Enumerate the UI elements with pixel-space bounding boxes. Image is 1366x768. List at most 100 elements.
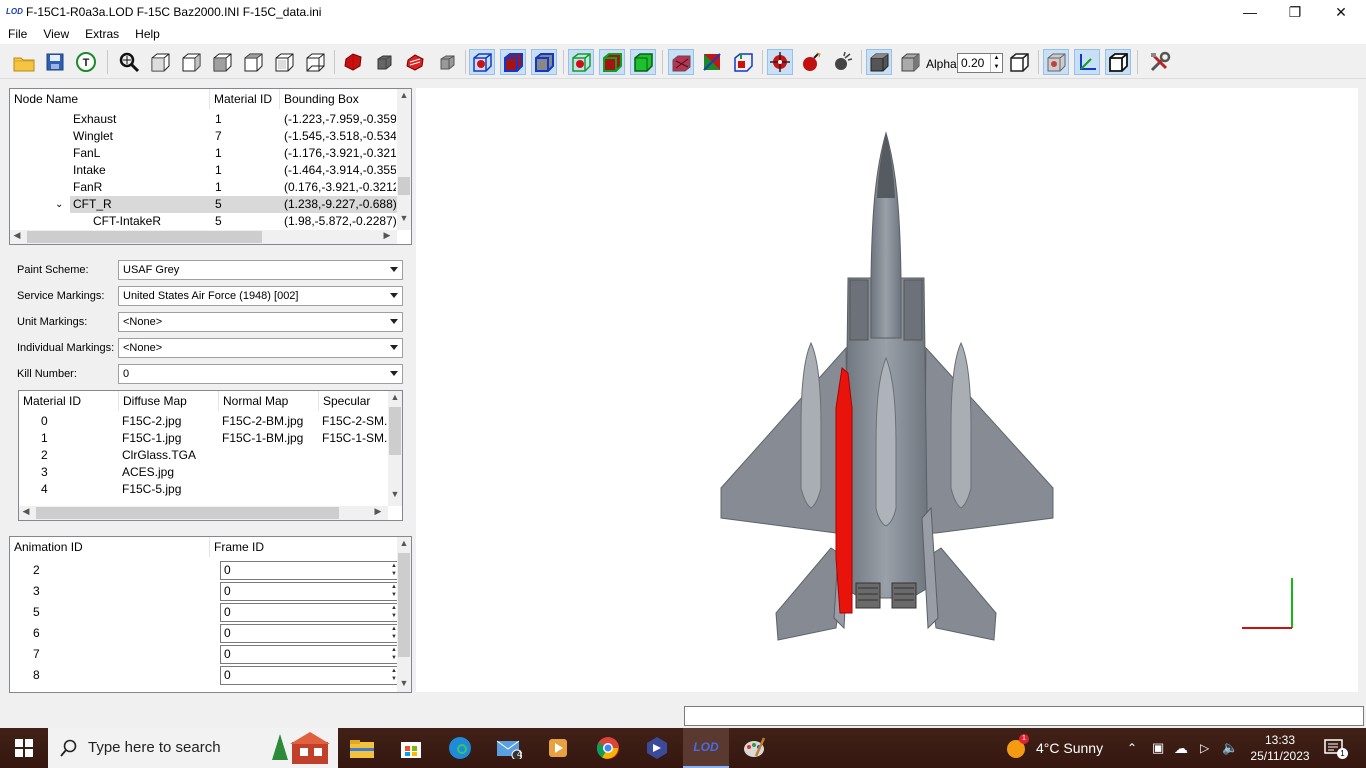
file-explorer-icon[interactable] [348,734,376,762]
frame-id-spinner[interactable]: 0 ▲ ▼ [220,603,401,622]
clock[interactable]: 13:33 25/11/2023 [1249,732,1311,764]
materials-hscroll[interactable]: ◀ ▶ [19,506,388,520]
tree-node-name-selected[interactable]: CFT_R [73,196,112,213]
frame-id-spinner[interactable]: 0 ▲ ▼ [220,624,401,643]
animation-vscroll[interactable]: ▲ ▼ [397,537,411,692]
transparent-box-icon[interactable] [897,49,923,75]
shade-textured-icon[interactable] [402,49,428,75]
alpha-spin-arrows[interactable]: ▲ ▼ [990,54,1002,72]
col-diffuse-map[interactable]: Diffuse Map [119,391,219,411]
save-icon[interactable] [42,49,68,75]
store-icon[interactable] [397,734,425,762]
expand-chevron-icon[interactable]: ⌄ [55,196,63,213]
reload-icon[interactable]: T [73,49,99,75]
mail-badge: 4 [517,749,523,759]
tree-node-name[interactable]: FanL [73,145,100,162]
view-top-icon[interactable] [271,49,297,75]
col-animation-id[interactable]: Animation ID [10,537,210,557]
lights-icon[interactable] [767,49,793,75]
frame-id-spinner[interactable]: 0 ▲ ▼ [220,645,401,664]
frame-id-spinner[interactable]: 0 ▲ ▼ [220,666,401,685]
shade-flat-icon[interactable] [371,49,397,75]
open-folder-icon[interactable] [11,49,37,75]
view-front-icon[interactable] [147,49,173,75]
device-icon[interactable]: ▣ [1152,728,1164,768]
outline-box-icon[interactable] [1006,49,1032,75]
col-material-id[interactable]: Material ID [19,391,119,411]
kill-number-select[interactable]: 0 [118,364,403,384]
tree-node-name[interactable]: CFT-IntakeR [93,213,161,230]
wireframe-blue-icon[interactable] [469,49,495,75]
tree-node-name[interactable]: Exhaust [73,111,116,128]
shade-solid-red-icon[interactable] [340,49,366,75]
service-markings-select[interactable]: United States Air Force (1948) [002] [118,286,403,306]
col-normal-map[interactable]: Normal Map [219,391,319,411]
paint-icon[interactable] [740,734,768,762]
action-center-icon[interactable]: 1 [1320,734,1348,762]
node-tree-vscroll[interactable]: ▲ ▼ [397,89,411,230]
menu-extras[interactable]: Extras [77,27,127,41]
paint-scheme-select[interactable]: USAF Grey [118,260,403,280]
restore-button[interactable]: ❐ [1272,0,1318,24]
media-player-icon[interactable] [544,734,572,762]
chrome-icon[interactable] [594,734,622,762]
individual-markings-select[interactable]: <None> [118,338,403,358]
materials-vscroll[interactable]: ▲ ▼ [388,391,402,506]
lod-viewer-taskbar-icon[interactable]: LOD [683,728,729,768]
col-specular-map[interactable]: Specular Ma [319,391,389,411]
node-tree-hscroll[interactable]: ◀ ▶ [10,230,397,244]
col-frame-id[interactable]: Frame ID [210,537,398,557]
material-id: 2 [41,448,48,462]
network-icon[interactable]: ▷ [1200,728,1209,768]
tree-node-name[interactable]: FanR [73,179,102,196]
grey-blue-icon[interactable] [531,49,557,75]
edge-icon[interactable] [446,734,474,762]
weather-icon[interactable]: 1 [1002,734,1030,762]
view-bottom-icon[interactable] [302,49,328,75]
minimize-button[interactable]: — [1227,0,1273,24]
volume-icon[interactable]: 🔈 [1222,728,1238,768]
frame-id-spinner[interactable]: 0 ▲ ▼ [220,582,401,601]
solid-green-icon[interactable] [599,49,625,75]
tree-node-name[interactable]: Intake [73,162,106,179]
frame-id-spinner[interactable]: 0 ▲ ▼ [220,561,401,580]
mail-icon[interactable]: 4 [495,734,523,762]
specular-map: F15C-1-SM. [322,431,388,445]
settings-tools-icon[interactable] [1147,49,1173,75]
shade-grey-icon[interactable] [433,49,459,75]
taskbar-search-box[interactable]: Type here to search [48,728,338,768]
app-logo-icon: LOD [6,7,23,16]
windows-start-icon[interactable] [10,734,38,762]
menu-help[interactable]: Help [127,27,168,41]
onedrive-cloud-icon[interactable]: ☁ [1174,728,1188,768]
opaque-box-icon[interactable] [866,49,892,75]
axes-icon[interactable] [1074,49,1100,75]
explosion-icon[interactable] [829,49,855,75]
tree-node-name[interactable]: Winglet [73,128,113,145]
grid-box-icon[interactable] [1043,49,1069,75]
close-button[interactable]: ✕ [1318,0,1364,24]
bomb-icon[interactable] [798,49,824,75]
model-viewport[interactable] [416,88,1358,692]
texture-icon[interactable] [699,49,725,75]
green-box-icon[interactable] [630,49,656,75]
show-hidden-icons-chevron-icon[interactable]: ⌃ [1127,728,1137,768]
view-right-icon[interactable] [240,49,266,75]
col-bounding-box[interactable]: Bounding Box [280,89,398,109]
view-back-icon[interactable] [178,49,204,75]
alpha-spinner[interactable]: 0.20 ▲ ▼ [957,53,1003,73]
col-node-name[interactable]: Node Name [10,89,210,109]
bounding-box-icon[interactable] [730,49,756,75]
unit-markings-select[interactable]: <None> [118,312,403,332]
menu-view[interactable]: View [35,27,77,41]
menu-file[interactable]: File [0,27,35,41]
perspective-icon[interactable] [1105,49,1131,75]
wireframe-green-icon[interactable] [568,49,594,75]
col-material-id[interactable]: Material ID [210,89,280,109]
normals-icon[interactable] [668,49,694,75]
view-left-icon[interactable] [209,49,235,75]
app-hex-icon[interactable] [643,734,671,762]
solid-blue-icon[interactable] [500,49,526,75]
weather-text[interactable]: 4°C Sunny [1036,728,1103,768]
zoom-icon[interactable] [116,49,142,75]
